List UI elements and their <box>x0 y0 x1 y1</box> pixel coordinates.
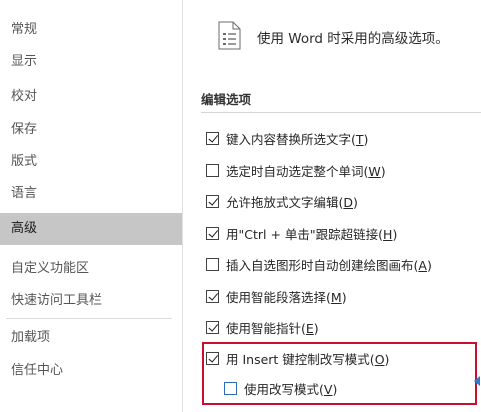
option-label-tail: ) <box>426 257 432 273</box>
sidebar-item-add-ins[interactable]: 加载项 <box>0 322 182 354</box>
option-label-tail: ) <box>353 194 358 210</box>
sidebar-divider <box>6 318 172 319</box>
sidebar-item-save[interactable]: 保存 <box>0 114 182 146</box>
sidebar-item-layout[interactable]: 版式 <box>0 146 182 178</box>
checkbox[interactable] <box>206 226 219 240</box>
option-typing-replaces-selection[interactable]: 键入内容替换所选文字(T) <box>206 127 368 149</box>
checkbox[interactable] <box>206 163 219 177</box>
option-smart-cursoring[interactable]: 使用智能指针(E) <box>206 316 319 338</box>
option-label: 用"Ctrl + 单击"跟踪超链接( <box>226 226 384 242</box>
sidebar-item-display[interactable]: 显示 <box>0 46 182 78</box>
option-label: 选定时自动选定整个单词( <box>226 163 369 179</box>
option-auto-create-drawing-canvas[interactable]: 插入自选图形时自动创建绘图画布(A) <box>206 253 432 275</box>
access-key: E <box>305 320 314 336</box>
access-key: M <box>330 289 342 305</box>
sidebar-item-language[interactable]: 语言 <box>0 178 182 210</box>
section-title-editing-options: 编辑选项 <box>201 91 481 113</box>
option-label-tail: ) <box>392 226 398 242</box>
option-label-tail: ) <box>313 320 319 336</box>
checkbox[interactable] <box>206 131 219 145</box>
annotation-highlight-box <box>202 342 477 405</box>
access-key: T <box>355 131 364 147</box>
page-header-text: 使用 Word 时采用的高级选项。 <box>257 31 449 47</box>
checkbox[interactable] <box>206 320 219 334</box>
option-label-tail: ) <box>380 163 386 179</box>
option-label: 键入内容替换所选文字( <box>226 131 356 147</box>
option-label-tail: ) <box>363 131 369 147</box>
sidebar-item-quick-access-toolbar[interactable]: 快速访问工具栏 <box>0 285 182 317</box>
access-key: A <box>418 257 427 273</box>
sidebar-item-trust-center[interactable]: 信任中心 <box>0 355 182 387</box>
sidebar-item-general[interactable]: 常规 <box>0 14 182 46</box>
option-drag-and-drop-editing[interactable]: 允许拖放式文字编辑(D) <box>206 190 358 212</box>
option-ctrl-click-hyperlink[interactable]: 用"Ctrl + 单击"跟踪超链接(H) <box>206 222 397 244</box>
options-sidebar: 常规 显示 校对 保存 版式 语言 高级 自定义功能区 快速访问工具栏 加载项 … <box>0 0 183 412</box>
access-key: W <box>368 163 381 179</box>
left-pointer-icon <box>474 376 480 386</box>
access-key: D <box>343 194 354 210</box>
sidebar-item-proofing[interactable]: 校对 <box>0 81 182 113</box>
checkbox[interactable] <box>206 289 219 303</box>
option-auto-select-entire-word[interactable]: 选定时自动选定整个单词(W) <box>206 159 386 181</box>
sidebar-item-customize-ribbon[interactable]: 自定义功能区 <box>0 253 182 285</box>
option-label: 允许拖放式文字编辑( <box>226 194 344 210</box>
option-label-tail: ) <box>341 289 347 305</box>
document-settings-icon <box>218 21 241 50</box>
checkbox[interactable] <box>206 257 219 271</box>
options-main-panel: 使用 Word 时采用的高级选项。 编辑选项 键入内容替换所选文字(T) 选定时… <box>184 0 481 412</box>
sidebar-item-advanced[interactable]: 高级 <box>0 213 182 245</box>
option-label: 插入自选图形时自动创建绘图画布( <box>226 257 419 273</box>
option-label: 使用智能指针( <box>226 320 306 336</box>
option-smart-paragraph-selection[interactable]: 使用智能段落选择(M) <box>206 285 347 307</box>
checkbox[interactable] <box>206 194 219 208</box>
option-label: 使用智能段落选择( <box>226 289 331 305</box>
